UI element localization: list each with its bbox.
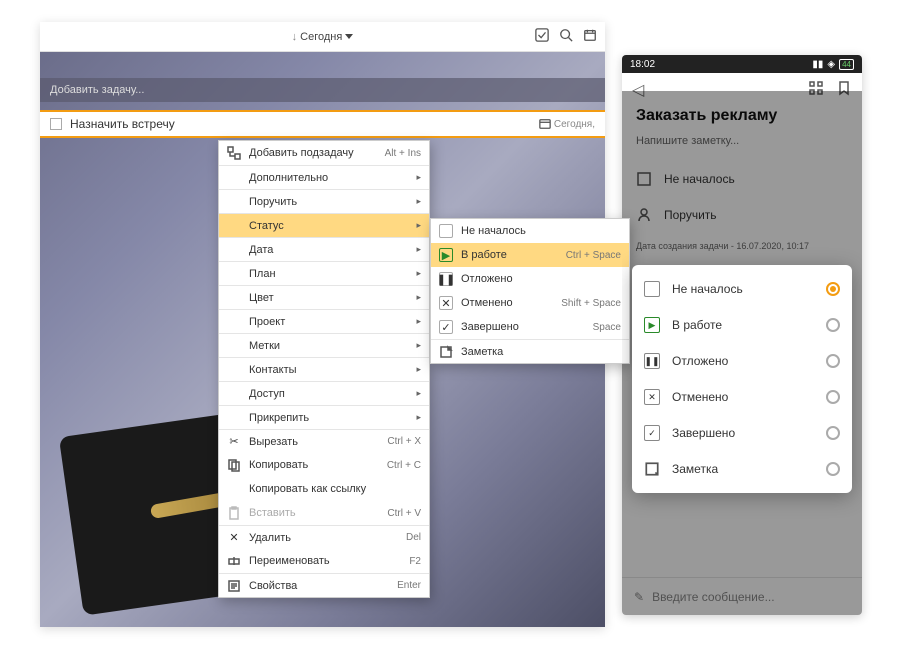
copy-icon <box>227 458 241 472</box>
context-menu: Добавить подзадачуAlt + Ins Дополнительн… <box>218 140 430 598</box>
menu-copy[interactable]: КопироватьCtrl + C <box>219 453 429 477</box>
task-checkbox[interactable] <box>50 118 62 130</box>
menu-more[interactable]: Дополнительно▸ <box>219 165 429 189</box>
add-task-input[interactable]: Добавить задачу... <box>40 78 605 102</box>
empty-box-icon <box>439 224 453 238</box>
check-icon: ✓ <box>439 320 453 334</box>
mstatus-in-progress[interactable]: ▶ В работе <box>632 307 852 343</box>
status-done[interactable]: ✓ ЗавершеноSpace <box>431 315 629 339</box>
mstatus-note[interactable]: Заметка <box>632 451 852 487</box>
menu-add-subtask[interactable]: Добавить подзадачуAlt + Ins <box>219 141 429 165</box>
calendar-icon[interactable] <box>583 28 597 45</box>
properties-icon <box>227 579 241 593</box>
pause-icon: ❚❚ <box>439 272 453 286</box>
mobile-status-dialog: Не началось ▶ В работе ❚❚ Отложено ✕ Отм… <box>632 265 852 493</box>
mstatus-not-started[interactable]: Не началось <box>632 271 852 307</box>
date-filter-dropdown[interactable]: ↓ Сегодня <box>292 31 354 43</box>
menu-rename[interactable]: ПереименоватьF2 <box>219 549 429 573</box>
status-cancelled[interactable]: ✕ ОтмененоShift + Space <box>431 291 629 315</box>
radio-unselected[interactable] <box>826 318 840 332</box>
menu-plan[interactable]: План▸ <box>219 261 429 285</box>
paste-icon <box>227 506 241 520</box>
battery-icon: 44 <box>839 59 854 70</box>
radio-unselected[interactable] <box>826 462 840 476</box>
wifi-icon: ◈ <box>827 59 835 70</box>
chevron-down-icon <box>345 34 353 39</box>
status-not-started[interactable]: Не началось <box>431 219 629 243</box>
menu-copy-link[interactable]: Копировать как ссылку <box>219 477 429 501</box>
pause-icon: ❚❚ <box>644 353 660 369</box>
x-icon: ✕ <box>644 389 660 405</box>
mstatus-postponed[interactable]: ❚❚ Отложено <box>632 343 852 379</box>
x-icon: ✕ <box>439 296 453 310</box>
note-icon <box>439 345 453 359</box>
rename-icon <box>227 554 241 568</box>
menu-cut[interactable]: ✂ ВырезатьCtrl + X <box>219 429 429 453</box>
menu-color[interactable]: Цвет▸ <box>219 285 429 309</box>
menu-date[interactable]: Дата▸ <box>219 237 429 261</box>
task-title: Назначить встречу <box>70 117 175 131</box>
radio-unselected[interactable] <box>826 354 840 368</box>
desktop-toolbar: ↓ Сегодня <box>40 22 605 52</box>
menu-status[interactable]: Статус▸ <box>219 213 429 237</box>
menu-delete[interactable]: ✕ УдалитьDel <box>219 525 429 549</box>
radio-unselected[interactable] <box>826 426 840 440</box>
play-icon: ▶ <box>644 317 660 333</box>
mstatus-cancelled[interactable]: ✕ Отменено <box>632 379 852 415</box>
check-icon: ✓ <box>644 425 660 441</box>
menu-project[interactable]: Проект▸ <box>219 309 429 333</box>
search-icon[interactable] <box>559 28 573 45</box>
menu-tags[interactable]: Метки▸ <box>219 333 429 357</box>
menu-assign[interactable]: Поручить▸ <box>219 189 429 213</box>
status-postponed[interactable]: ❚❚ Отложено <box>431 267 629 291</box>
desktop-window: ↓ Сегодня Добавить задачу... Назначить в… <box>40 22 605 627</box>
signal-icon: ▮▮ <box>812 59 823 70</box>
mstatus-done[interactable]: ✓ Завершено <box>632 415 852 451</box>
menu-props[interactable]: СвойстваEnter <box>219 573 429 597</box>
menu-contacts[interactable]: Контакты▸ <box>219 357 429 381</box>
mobile-status-bar: 18:02 ▮▮ ◈ 44 <box>622 55 862 73</box>
menu-attach[interactable]: Прикрепить▸ <box>219 405 429 429</box>
scissors-icon: ✂ <box>227 435 241 449</box>
status-note[interactable]: Заметка <box>431 339 629 363</box>
empty-box-icon <box>644 281 660 297</box>
check-icon[interactable] <box>535 28 549 45</box>
status-time: 18:02 <box>630 59 655 70</box>
radio-selected[interactable] <box>826 282 840 296</box>
status-submenu: Не началось ▶ В работеCtrl + Space ❚❚ От… <box>430 218 630 364</box>
note-icon <box>644 461 660 477</box>
toolbar-label: Сегодня <box>300 31 342 43</box>
menu-paste: ВставитьCtrl + V <box>219 501 429 525</box>
delete-icon: ✕ <box>227 531 241 545</box>
radio-unselected[interactable] <box>826 390 840 404</box>
task-row[interactable]: Назначить встречу Сегодня, <box>40 110 605 138</box>
status-in-progress[interactable]: ▶ В работеCtrl + Space <box>431 243 629 267</box>
menu-access[interactable]: Доступ▸ <box>219 381 429 405</box>
mobile-window: 18:02 ▮▮ ◈ 44 ◁ Заказать рекламу Напишит… <box>622 55 862 615</box>
play-icon: ▶ <box>439 248 453 262</box>
task-date: Сегодня, <box>539 118 595 130</box>
subtask-icon <box>227 146 241 160</box>
